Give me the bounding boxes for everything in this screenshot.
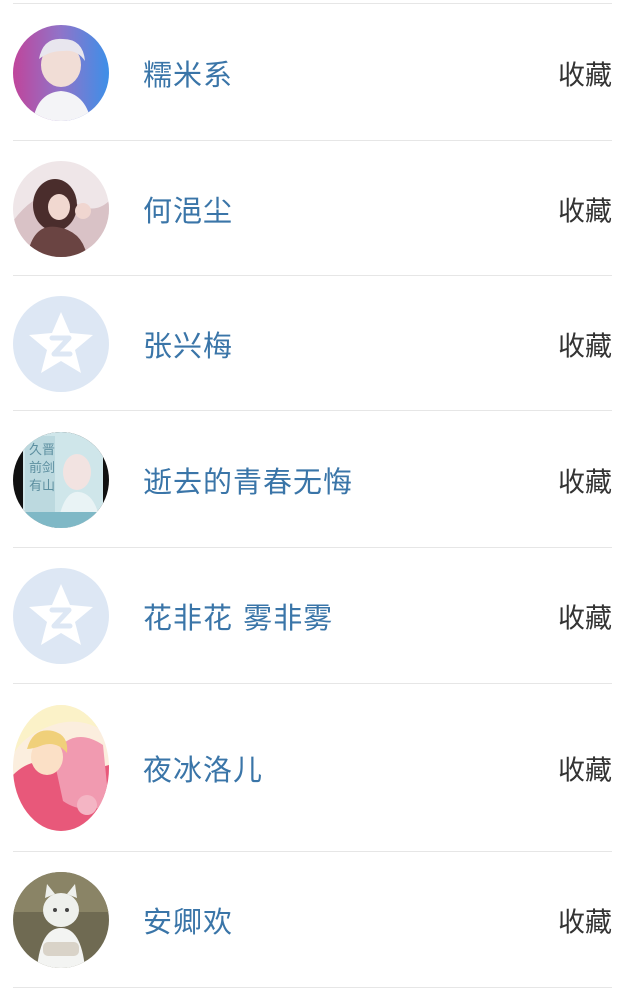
contact-name[interactable]: 何浥尘 [143,188,233,230]
favorite-button[interactable]: 收藏 [558,460,612,499]
photo-avatar-icon[interactable] [13,24,109,121]
contact-row[interactable]: 张兴梅 收藏 [0,276,640,411]
photo-avatar-icon[interactable] [13,872,109,968]
favorite-button[interactable]: 收藏 [558,53,612,92]
svg-text:久晋: 久晋 [29,443,55,458]
contact-row[interactable]: 花非花 雾非雾 收藏 [0,548,640,684]
contact-name[interactable]: 糯米系 [143,52,233,94]
svg-text:有山: 有山 [29,479,55,494]
favorite-button[interactable]: 收藏 [558,749,612,788]
contact-name[interactable]: 夜冰洛儿 [143,747,263,789]
photo-avatar-icon[interactable]: 久晋 前剑 有山 [13,431,109,528]
favorite-button[interactable]: 收藏 [558,597,612,636]
favorite-button[interactable]: 收藏 [558,324,612,363]
contact-row[interactable]: 安卿欢 收藏 [0,852,640,988]
contact-row[interactable]: 夜冰洛儿 收藏 [0,684,640,852]
divider [13,987,612,988]
favorite-button[interactable]: 收藏 [558,901,612,940]
svg-text:前剑: 前剑 [29,460,55,476]
default-qzone-avatar-icon[interactable] [13,568,109,664]
contact-row[interactable]: 糯米系 收藏 [0,4,640,141]
contact-row[interactable]: 久晋 前剑 有山 逝去的青春无悔 收藏 [0,411,640,548]
contact-row[interactable]: 何浥尘 收藏 [0,141,640,276]
photo-avatar-icon[interactable] [13,705,109,831]
contact-name[interactable]: 逝去的青春无悔 [143,459,353,501]
contact-name[interactable]: 张兴梅 [143,323,233,365]
contact-name[interactable]: 花非花 雾非雾 [143,595,333,637]
default-qzone-avatar-icon[interactable] [13,295,109,392]
contact-name[interactable]: 安卿欢 [143,899,233,941]
photo-avatar-icon[interactable] [13,160,109,257]
favorite-button[interactable]: 收藏 [558,189,612,228]
